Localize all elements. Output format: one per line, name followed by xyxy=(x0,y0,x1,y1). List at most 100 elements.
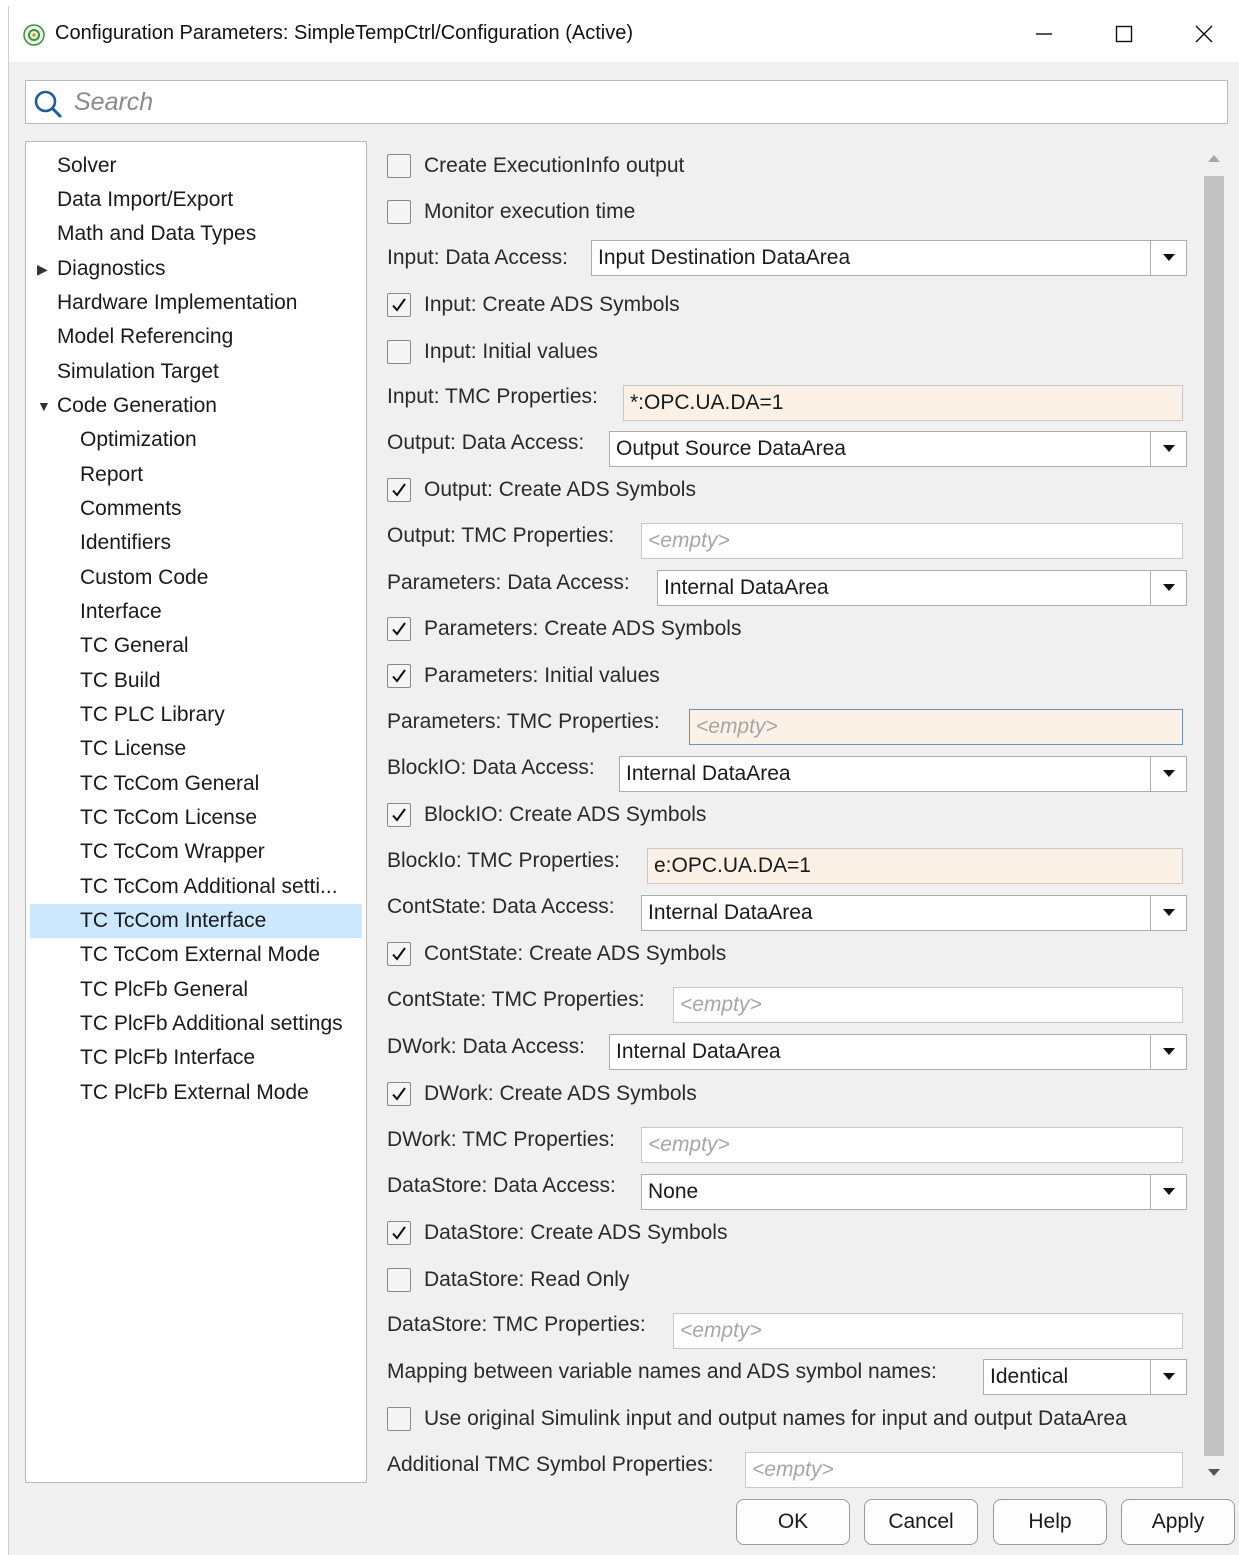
datastore-read-only-checkbox[interactable] xyxy=(387,1268,411,1292)
search-input[interactable] xyxy=(72,86,1212,118)
input-tmc-field[interactable]: *:OPC.UA.DA=1 xyxy=(623,385,1183,421)
tree-item-tc-tccom-wrapper[interactable]: TC TcCom Wrapper xyxy=(30,835,362,869)
tree-item-tc-plc-library[interactable]: TC PLC Library xyxy=(30,698,362,732)
blockio-data-access-dropdown[interactable]: Internal DataArea xyxy=(619,756,1187,792)
input-tmc-label-row: Input: TMC Properties: xyxy=(387,378,598,416)
cancel-button[interactable]: Cancel xyxy=(864,1499,978,1545)
datastore-read-only-label: DataStore: Read Only xyxy=(424,1268,630,1291)
blockio-create-ads-row: BlockIO: Create ADS Symbols xyxy=(387,796,706,834)
ok-button[interactable]: OK xyxy=(736,1499,850,1545)
apply-button[interactable]: Apply xyxy=(1121,1499,1235,1545)
datastore-tmc-field[interactable]: <empty> xyxy=(673,1313,1183,1349)
tree-item-data-import-export[interactable]: Data Import/Export xyxy=(30,183,362,217)
tree-item-label: Model Referencing xyxy=(57,325,234,348)
tree-item-solver[interactable]: Solver xyxy=(30,149,362,183)
scroll-up-button[interactable] xyxy=(1203,148,1225,170)
dwork-data-access-dropdown[interactable]: Internal DataArea xyxy=(609,1034,1187,1070)
datastore-create-ads-checkbox[interactable] xyxy=(387,1221,411,1245)
chevron-down-icon[interactable] xyxy=(1150,896,1186,930)
input-initial-values-checkbox[interactable] xyxy=(387,340,411,364)
blockio-create-ads-checkbox[interactable] xyxy=(387,803,411,827)
create-executioninfo-checkbox[interactable] xyxy=(387,154,411,178)
help-button[interactable]: Help xyxy=(993,1499,1107,1545)
tree-item-identifiers[interactable]: Identifiers xyxy=(30,526,362,560)
tree-item-tc-plcfb-general[interactable]: TC PlcFb General xyxy=(30,973,362,1007)
tree-item-label: TC Build xyxy=(80,669,161,692)
checkmark-icon xyxy=(392,808,406,822)
tree-item-tc-general[interactable]: TC General xyxy=(30,629,362,663)
datastore-data-access-dropdown[interactable]: None xyxy=(641,1174,1187,1210)
use-original-names-label: Use original Simulink input and output n… xyxy=(424,1407,1127,1430)
tree-item-diagnostics[interactable]: ▶ Diagnostics xyxy=(30,252,362,286)
mapping-label: Mapping between variable names and ADS s… xyxy=(387,1360,937,1383)
mapping-dropdown[interactable]: Identical xyxy=(983,1359,1187,1395)
tree-item-interface[interactable]: Interface xyxy=(30,595,362,629)
tree-item-report[interactable]: Report xyxy=(30,458,362,492)
output-create-ads-checkbox[interactable] xyxy=(387,478,411,502)
input-create-ads-checkbox[interactable] xyxy=(387,293,411,317)
tree-item-model-referencing[interactable]: Model Referencing xyxy=(30,320,362,354)
datastore-tmc-label: DataStore: TMC Properties: xyxy=(387,1313,646,1336)
tree-item-tc-tccom-additional-settings[interactable]: TC TcCom Additional setti... xyxy=(30,870,362,904)
datastore-data-access-label: DataStore: Data Access: xyxy=(387,1174,616,1197)
chevron-down-icon[interactable] xyxy=(1150,241,1186,275)
tree-item-math-data-types[interactable]: Math and Data Types xyxy=(30,217,362,251)
dwork-create-ads-checkbox[interactable] xyxy=(387,1082,411,1106)
tree-item-tc-build[interactable]: TC Build xyxy=(30,664,362,698)
chevron-down-icon[interactable] xyxy=(1150,1175,1186,1209)
parameters-initial-values-checkbox[interactable] xyxy=(387,664,411,688)
output-data-access-dropdown[interactable]: Output Source DataArea xyxy=(609,431,1187,467)
tree-item-custom-code[interactable]: Custom Code xyxy=(30,561,362,595)
datastore-create-ads-row: DataStore: Create ADS Symbols xyxy=(387,1214,727,1252)
chevron-down-icon[interactable] xyxy=(1150,571,1186,605)
tree-item-label: TC PlcFb General xyxy=(80,978,249,1001)
tree-item-tc-plcfb-external-mode[interactable]: TC PlcFb External Mode xyxy=(30,1076,362,1110)
search-box xyxy=(25,80,1228,124)
collapse-arrow-icon[interactable]: ▼ xyxy=(37,389,51,423)
parameters-tmc-field[interactable]: <empty> xyxy=(689,709,1183,745)
tree-item-tc-tccom-license[interactable]: TC TcCom License xyxy=(30,801,362,835)
tree-item-tc-license[interactable]: TC License xyxy=(30,732,362,766)
output-tmc-label: Output: TMC Properties: xyxy=(387,524,615,547)
contstate-data-access-dropdown[interactable]: Internal DataArea xyxy=(641,895,1187,931)
tree-item-optimization[interactable]: Optimization xyxy=(30,423,362,457)
settings-panel: Create ExecutionInfo output Monitor exec… xyxy=(377,141,1187,1491)
config-dialog: Configuration Parameters: SimpleTempCtrl… xyxy=(8,6,1239,1555)
tree-item-tc-tccom-general[interactable]: TC TcCom General xyxy=(30,767,362,801)
tree-item-tc-tccom-external-mode[interactable]: TC TcCom External Mode xyxy=(30,938,362,972)
settings-scrollbar[interactable] xyxy=(1203,148,1225,1484)
scroll-up-icon xyxy=(1208,155,1220,162)
tree-item-tc-plcfb-additional-settings[interactable]: TC PlcFb Additional settings xyxy=(30,1007,362,1041)
blockio-tmc-field[interactable]: e:OPC.UA.DA=1 xyxy=(647,848,1183,884)
contstate-create-ads-checkbox[interactable] xyxy=(387,942,411,966)
parameters-create-ads-checkbox[interactable] xyxy=(387,617,411,641)
expand-arrow-icon[interactable]: ▶ xyxy=(37,252,48,286)
dwork-tmc-field[interactable]: <empty> xyxy=(641,1127,1183,1163)
datastore-data-access-value: None xyxy=(648,1180,699,1203)
input-create-ads-row: Input: Create ADS Symbols xyxy=(387,286,680,324)
tree-item-comments[interactable]: Comments xyxy=(30,492,362,526)
output-tmc-field[interactable]: <empty> xyxy=(641,523,1183,559)
chevron-down-icon[interactable] xyxy=(1150,1360,1186,1394)
additional-tmc-field[interactable]: <empty> xyxy=(745,1452,1183,1488)
chevron-down-icon[interactable] xyxy=(1150,432,1186,466)
chevron-down-icon[interactable] xyxy=(1150,1035,1186,1069)
scroll-down-button[interactable] xyxy=(1203,1462,1225,1484)
close-button[interactable] xyxy=(1164,6,1239,62)
tree-item-hardware-implementation[interactable]: Hardware Implementation xyxy=(30,286,362,320)
chevron-down-icon[interactable] xyxy=(1150,757,1186,791)
parameters-data-access-dropdown[interactable]: Internal DataArea xyxy=(657,570,1187,606)
tree-item-tc-tccom-interface[interactable]: TC TcCom Interface xyxy=(30,904,362,938)
minimize-button[interactable] xyxy=(1004,6,1084,62)
tree-item-label: Comments xyxy=(80,497,182,520)
tree-item-simulation-target[interactable]: Simulation Target xyxy=(30,355,362,389)
scroll-thumb[interactable] xyxy=(1204,176,1224,1456)
tree-item-tc-plcfb-interface[interactable]: TC PlcFb Interface xyxy=(30,1041,362,1075)
monitor-execution-time-checkbox[interactable] xyxy=(387,200,411,224)
use-original-names-checkbox[interactable] xyxy=(387,1407,411,1431)
tree-item-code-generation[interactable]: ▼ Code Generation xyxy=(30,389,362,423)
contstate-tmc-field[interactable]: <empty> xyxy=(673,987,1183,1023)
maximize-button[interactable] xyxy=(1084,6,1164,62)
input-data-access-dropdown[interactable]: Input Destination DataArea xyxy=(591,240,1187,276)
checkmark-icon xyxy=(392,1087,406,1101)
